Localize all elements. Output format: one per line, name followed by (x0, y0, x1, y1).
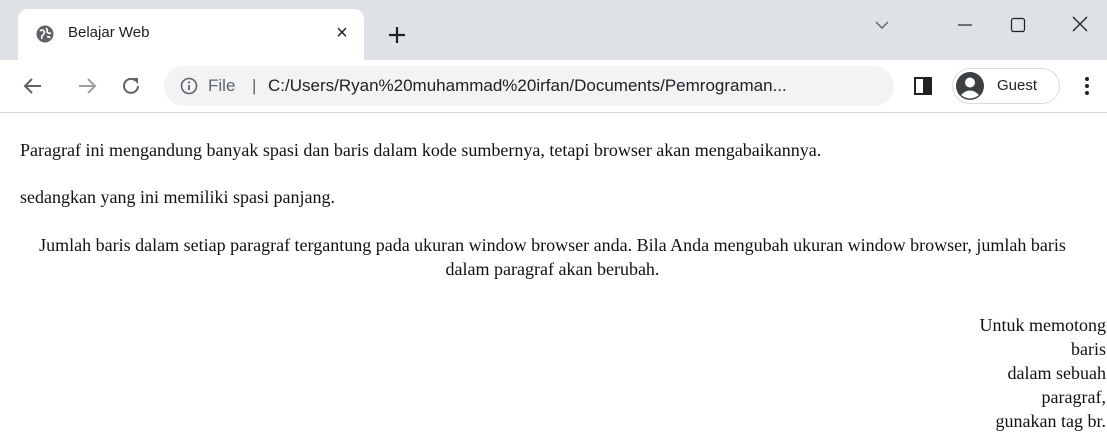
close-window-button[interactable] (1060, 10, 1100, 40)
paragraph-4-line: gunakan tag br. (995, 411, 1106, 431)
paragraph-4: Untuk memotong baris dalam sebuah paragr… (980, 313, 1107, 433)
paragraph-3: Jumlah baris dalam setiap paragraf terga… (39, 235, 1066, 279)
minimize-icon (958, 24, 972, 26)
avatar-icon (955, 71, 985, 101)
toolbar: File | C:/Users/Ryan%20muhammad%20irfan/… (0, 60, 1107, 113)
tab-strip: Belajar Web × (0, 0, 1107, 60)
address-bar[interactable]: File | C:/Users/Ryan%20muhammad%20irfan/… (164, 66, 894, 106)
minimize-button[interactable] (945, 10, 985, 40)
side-panel-button[interactable] (914, 77, 932, 95)
url-text[interactable]: C:/Users/Ryan%20muhammad%20irfan/Documen… (268, 76, 787, 96)
close-icon (1072, 16, 1088, 32)
profile-button[interactable]: Guest (952, 68, 1060, 104)
arrow-left-icon (23, 78, 41, 94)
maximize-button[interactable] (998, 10, 1038, 40)
tab-search-button[interactable] (862, 10, 902, 40)
tab-close-button[interactable]: × (332, 23, 352, 43)
profile-label: Guest (997, 77, 1038, 94)
reload-icon (123, 77, 139, 94)
kebab-menu-icon (1085, 77, 1089, 95)
page-content: Paragraf ini mengandung banyak spasi dan… (0, 113, 1107, 442)
plus-icon (389, 27, 405, 43)
tab-title: Belajar Web (68, 24, 150, 41)
reload-button[interactable] (118, 73, 144, 99)
paragraph-4-line: dalam sebuah (1007, 363, 1106, 383)
tab-belajar-web[interactable]: Belajar Web × (18, 9, 364, 60)
paragraph-1: Paragraf ini mengandung banyak spasi dan… (20, 140, 822, 160)
new-tab-button[interactable] (384, 22, 410, 48)
paragraph-4-line: paragraf, (1041, 387, 1106, 407)
menu-button[interactable] (1075, 73, 1099, 99)
globe-icon (36, 25, 54, 43)
chevron-down-icon (875, 21, 889, 29)
arrow-right-icon (79, 78, 97, 94)
paragraph-4-line: baris (1071, 339, 1106, 359)
side-panel-icon (914, 77, 932, 95)
info-icon[interactable] (180, 77, 198, 95)
back-button[interactable] (20, 73, 46, 99)
maximize-icon (1010, 17, 1026, 33)
paragraph-2: sedangkan yang ini memiliki spasi panjan… (20, 187, 335, 207)
url-separator: | (252, 76, 257, 95)
url-scheme-label: File (208, 76, 236, 95)
forward-button[interactable] (74, 73, 100, 99)
paragraph-4-line: Untuk memotong (979, 315, 1107, 335)
